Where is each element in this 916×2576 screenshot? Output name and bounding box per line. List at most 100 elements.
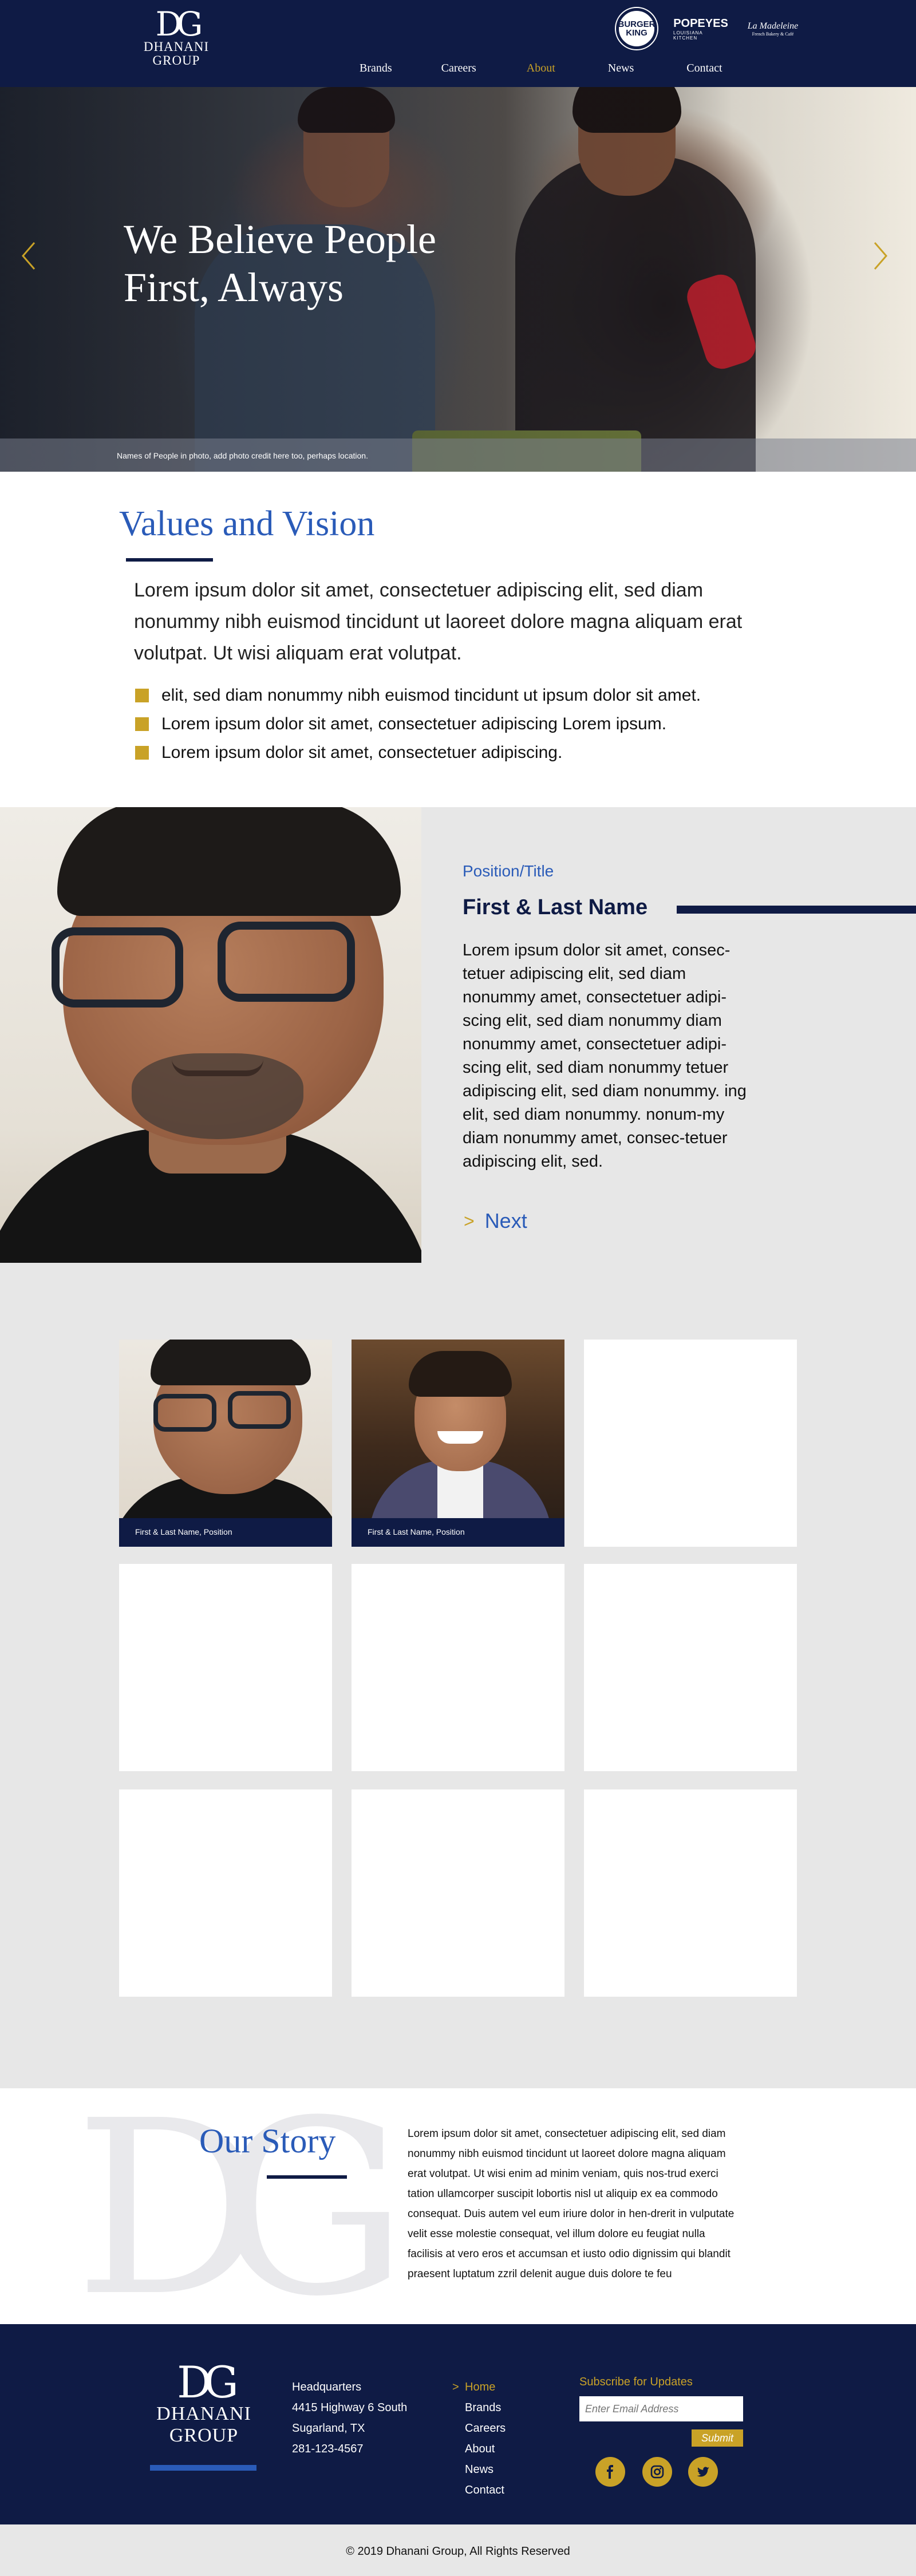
team-card-empty xyxy=(352,1564,564,1771)
story-paragraph: Lorem ipsum dolor sit amet, consectetuer… xyxy=(408,2128,735,2280)
footer-nav-home[interactable]: > Home xyxy=(452,2377,506,2397)
team-card-empty xyxy=(119,1564,332,1771)
team-card-photo-tshirt xyxy=(437,1465,483,1518)
footer-nav-label: Careers xyxy=(465,2422,506,2435)
team-card-photo xyxy=(119,1340,332,1518)
profile-next-link[interactable]: > Next xyxy=(464,1209,527,1233)
hero-caption: Names of People in photo, add photo cred… xyxy=(117,451,368,460)
team-card-photo-glasses xyxy=(228,1391,291,1429)
popeyes-logo-text: POPEYES xyxy=(673,17,728,30)
nav-contact[interactable]: Contact xyxy=(686,62,722,75)
footer-nav: > Home Brands Careers About News Contact xyxy=(452,2377,506,2500)
footer-nav-news[interactable]: News xyxy=(452,2459,506,2480)
list-item: elit, sed diam nonummy nibh euismod tinc… xyxy=(135,681,701,710)
footer-headquarters: Headquarters 4415 Highway 6 South Sugarl… xyxy=(292,2377,407,2459)
footer-nav-about[interactable]: About xyxy=(452,2439,506,2459)
footer-logo-name: DHANANI GROUP xyxy=(156,2403,251,2446)
team-card-empty xyxy=(119,1789,332,1997)
team-grid: First & Last Name, Position First & Last… xyxy=(0,1263,916,2088)
footer-logo[interactable]: DG DHANANI GROUP xyxy=(152,2357,255,2447)
story-title: Our Story xyxy=(199,2122,336,2160)
bullet-square-icon xyxy=(135,717,149,731)
footer-nav-label: About xyxy=(465,2443,495,2455)
twitter-button[interactable] xyxy=(688,2457,718,2487)
logo[interactable]: DG DHANANI GROUP xyxy=(136,5,216,68)
logo-name: DHANANI GROUP xyxy=(143,39,210,68)
team-card-photo xyxy=(352,1340,564,1518)
team-card-photo-hair xyxy=(409,1351,512,1397)
chevron-right-icon: > xyxy=(452,2381,459,2393)
team-card[interactable]: First & Last Name, Position xyxy=(352,1340,564,1547)
logo-monogram: DG xyxy=(155,5,203,44)
list-item: Lorem ipsum dolor sit amet, consectetuer… xyxy=(135,738,701,767)
hero-title: We Believe People First, Always xyxy=(124,216,437,310)
profile-photo-hair xyxy=(57,807,401,916)
subscribe-title: Subscribe for Updates xyxy=(579,2376,693,2388)
main-nav: Brands Careers About News Contact xyxy=(360,62,722,75)
footer-nav-contact[interactable]: Contact xyxy=(452,2480,506,2500)
facebook-button[interactable] xyxy=(595,2457,625,2487)
submit-button[interactable]: Submit xyxy=(692,2429,743,2447)
team-card-photo-glasses xyxy=(153,1394,216,1432)
footer-nav-label: Home xyxy=(465,2381,496,2393)
bullet-square-icon xyxy=(135,689,149,702)
team-card-photo-smile xyxy=(437,1431,483,1444)
featured-profile xyxy=(0,807,916,1263)
profile-next-label: Next xyxy=(484,1209,527,1232)
chevron-right-icon xyxy=(874,242,887,270)
bullet-text: Lorem ipsum dolor sit amet, consectetuer… xyxy=(161,714,667,733)
team-card-empty xyxy=(352,1789,564,1997)
brand-logos: BURGER KING POPEYES LOUISIANA KITCHEN La… xyxy=(616,8,802,49)
hero-prev-button[interactable] xyxy=(21,242,37,270)
list-item: Lorem ipsum dolor sit amet, consectetuer… xyxy=(135,710,701,738)
la-madeleine-logo-sub: French Bakery & Café xyxy=(752,31,794,37)
chevron-right-icon: > xyxy=(464,1210,475,1231)
site-header: DG DHANANI GROUP BURGER KING POPEYES LOU… xyxy=(0,0,916,87)
team-card-empty xyxy=(584,1789,797,1997)
hq-phone[interactable]: 281-123-4567 xyxy=(292,2439,407,2459)
profile-name: First & Last Name xyxy=(463,895,648,919)
facebook-icon xyxy=(607,2465,613,2479)
chevron-left-icon xyxy=(22,242,35,270)
team-card-caption: First & Last Name, Position xyxy=(135,1527,232,1536)
popeyes-logo-sub: LOUISIANA KITCHEN xyxy=(673,30,703,41)
hero-banner: We Believe People First, Always Names of… xyxy=(0,87,916,472)
hq-address-line2: Sugarland, TX xyxy=(292,2422,365,2435)
nav-news[interactable]: News xyxy=(608,62,634,75)
copyright-text: © 2019 Dhanani Group, All Rights Reserve… xyxy=(346,2545,570,2558)
profile-photo xyxy=(0,807,421,1263)
nav-about[interactable]: About xyxy=(527,62,555,75)
email-field[interactable] xyxy=(579,2396,743,2421)
story-underline xyxy=(267,2175,347,2179)
footer-nav-brands[interactable]: Brands xyxy=(452,2397,506,2418)
popeyes-logo[interactable]: POPEYES LOUISIANA KITCHEN xyxy=(673,17,728,41)
nav-brands[interactable]: Brands xyxy=(360,62,392,75)
team-card-photo-hair xyxy=(151,1340,311,1385)
profile-name-bar xyxy=(677,906,916,914)
twitter-icon xyxy=(697,2467,709,2477)
hero-next-button[interactable] xyxy=(872,242,889,270)
footer-logo-monogram: DG xyxy=(177,2357,239,2408)
instagram-button[interactable] xyxy=(642,2457,672,2487)
profile-photo-mouth xyxy=(172,1059,263,1076)
values-paragraph: Lorem ipsum dolor sit amet, consectetuer… xyxy=(134,579,743,664)
team-card[interactable]: First & Last Name, Position xyxy=(119,1340,332,1547)
instagram-icon xyxy=(650,2465,664,2479)
la-madeleine-logo[interactable]: La Madeleine French Bakery & Café xyxy=(744,17,802,40)
footer-nav-careers[interactable]: Careers xyxy=(452,2418,506,2439)
la-madeleine-logo-text: La Madeleine xyxy=(747,21,799,31)
values-underline xyxy=(126,558,213,562)
burger-king-logo[interactable]: BURGER KING xyxy=(616,8,657,49)
footer-nav-label: Contact xyxy=(465,2484,504,2496)
values-bullet-list: elit, sed diam nonummy nibh euismod tinc… xyxy=(135,681,701,767)
hq-label: Headquarters xyxy=(292,2381,362,2393)
hq-address-line1: 4415 Highway 6 South xyxy=(292,2401,408,2414)
nav-careers[interactable]: Careers xyxy=(441,62,476,75)
team-card-empty xyxy=(584,1340,797,1547)
profile-position: Position/Title xyxy=(463,862,554,880)
footer-nav-label: News xyxy=(465,2463,494,2476)
bullet-text: Lorem ipsum dolor sit amet, consectetuer… xyxy=(161,743,563,762)
team-card-caption: First & Last Name, Position xyxy=(368,1527,465,1536)
bullet-square-icon xyxy=(135,746,149,760)
bullet-text: elit, sed diam nonummy nibh euismod tinc… xyxy=(161,686,701,705)
